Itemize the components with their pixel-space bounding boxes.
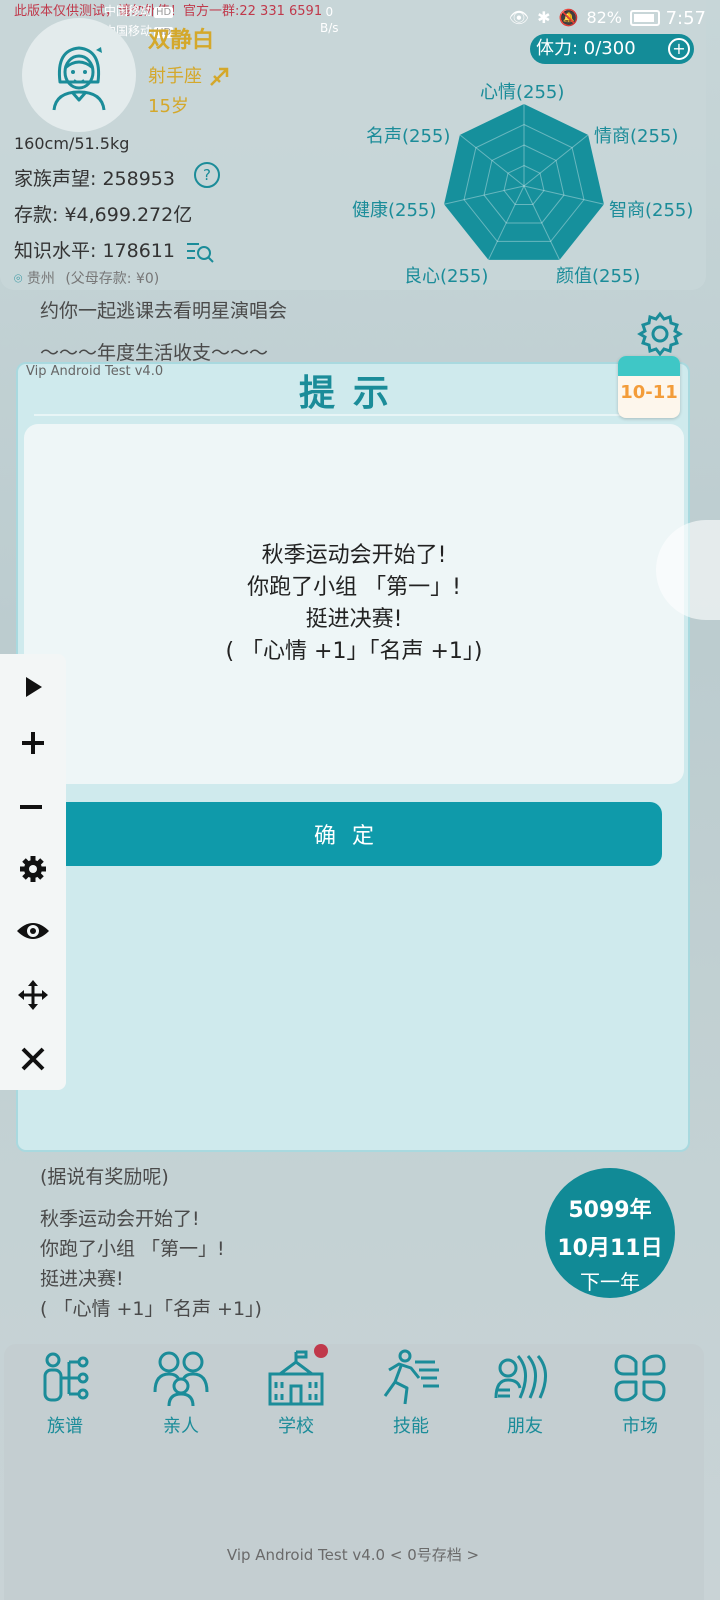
radar-label-eq: 情商(255) <box>594 126 679 147</box>
clock: 7:57 <box>665 8 706 29</box>
section-title: ～～～年度生活收支～～～ <box>40 342 269 364</box>
eye-icon: 👁 <box>508 8 530 27</box>
zodiac-label: 射手座 <box>148 62 230 88</box>
nav-friends[interactable]: 朋友 <box>480 1348 570 1438</box>
confirm-button[interactable]: 确定 <box>42 802 662 866</box>
nav-skills[interactable]: 技能 <box>366 1348 456 1438</box>
year-label: 5099年 <box>568 1198 652 1223</box>
mute-bell-icon: 🔕 <box>558 8 579 27</box>
footer-version: Vip Android Test v4.0 < 0号存档 > <box>226 1546 480 1564</box>
event-line: 约你一起逃课去看明星演唱会 <box>40 300 288 322</box>
eye-icon <box>17 923 49 939</box>
battery-icon <box>630 9 660 26</box>
savings: 存款: ¥4,699.272亿 <box>14 204 193 226</box>
date-label: 10月11日 <box>557 1236 663 1261</box>
log-line: 挺进决赛! <box>40 1268 124 1290</box>
family-tree-icon <box>43 1352 89 1402</box>
sagittarius-icon <box>209 67 228 86</box>
radar-label-looks: 颜值(255) <box>556 266 641 287</box>
relatives-icon <box>153 1351 209 1407</box>
nav-family-tree[interactable]: 族谱 <box>20 1348 110 1438</box>
next-year-label: 下一年 <box>580 1270 640 1294</box>
dialog-title: 提示 <box>298 373 407 414</box>
log-line: ( 「心情 +1」「名声 +1」) <box>40 1298 262 1320</box>
radar-label-iq: 智商(255) <box>609 200 694 221</box>
add-stamina-button[interactable]: + <box>668 38 690 60</box>
event-log: 秋季运动会开始了! 你跑了小组 「第一」! 挺进决赛! ( 「心情 +1」「名声… <box>40 1204 262 1324</box>
slow-down-button[interactable] <box>8 784 54 830</box>
calendar-date-badge[interactable]: 10-11 <box>618 356 680 418</box>
radar-label-mood: 心情(255) <box>480 82 565 103</box>
status-icons: 👁 ✱ 🔕 82% <box>509 8 660 27</box>
play-icon <box>26 677 42 697</box>
minus-icon <box>20 805 42 809</box>
nav-school[interactable]: 学校 <box>251 1348 341 1438</box>
message-line: 秋季运动会开始了! <box>261 543 447 568</box>
attribute-radar-chart <box>443 104 605 261</box>
nav-market[interactable]: 市场 <box>595 1348 685 1438</box>
visibility-button[interactable] <box>10 908 56 954</box>
speed-up-button[interactable] <box>10 720 56 766</box>
close-icon <box>21 1047 45 1071</box>
radar-label-health: 健康(255) <box>352 200 437 221</box>
avatar[interactable] <box>22 18 136 132</box>
height-weight: 160cm/51.5kg <box>14 134 130 153</box>
family-fame: 家族声望: 258953 <box>14 168 175 190</box>
log-line: 秋季运动会开始了! <box>40 1208 200 1230</box>
network-speed: 0 B/s <box>320 5 339 35</box>
search-list-icon[interactable] <box>185 240 215 264</box>
stamina-bar: 体力: 0/300 + <box>530 34 694 64</box>
market-icon <box>614 1354 666 1402</box>
carrier-1: 中国移动 HD <box>104 4 174 18</box>
character-name: 双静白 <box>148 28 215 53</box>
dialog-message: 秋季运动会开始了! 你跑了小组 「第一」! 挺进决赛! ( 「心情 +1」「名声… <box>24 540 684 668</box>
log-line: 你跑了小组 「第一」! <box>40 1238 225 1260</box>
move-arrows-icon <box>18 980 48 1010</box>
skills-icon <box>383 1349 439 1405</box>
radar-label-fame: 名声(255) <box>366 126 451 147</box>
gear-icon <box>20 856 46 882</box>
tool-settings-button[interactable] <box>10 846 56 892</box>
calendar-icon <box>618 356 680 376</box>
play-button[interactable] <box>10 664 56 710</box>
knowledge-level: 知识水平: 178611 <box>14 236 215 264</box>
move-button[interactable] <box>10 972 56 1018</box>
reward-note: (据说有奖励呢) <box>40 1166 169 1188</box>
close-button[interactable] <box>10 1036 56 1082</box>
bluetooth-icon: ✱ <box>537 8 551 27</box>
dialog-divider <box>34 414 674 416</box>
nav-relatives[interactable]: 亲人 <box>136 1348 226 1438</box>
plus-icon <box>22 732 44 754</box>
message-line: 挺进决赛! <box>305 607 403 632</box>
school-icon <box>268 1350 324 1406</box>
radar-label-conscience: 良心(255) <box>404 266 489 287</box>
message-line: ( 「心情 +1」「名声 +1」) <box>225 639 483 664</box>
battery-percent: 82% <box>586 8 622 27</box>
location-pin-icon: ⌾ <box>14 271 23 287</box>
age-label: 15岁 <box>148 96 189 117</box>
friends-icon <box>494 1355 547 1399</box>
girl-avatar-icon <box>52 46 106 111</box>
settings-gear-icon[interactable] <box>636 310 684 358</box>
next-year-button[interactable]: 5099年 10月11日 下一年 <box>545 1168 675 1298</box>
floating-tool-panel <box>0 654 66 1090</box>
message-line: 你跑了小组 「第一」! <box>247 575 461 600</box>
location: ⌾ 贵州 (父母存款: ¥0) <box>14 271 160 287</box>
help-icon[interactable]: ? <box>194 162 220 188</box>
